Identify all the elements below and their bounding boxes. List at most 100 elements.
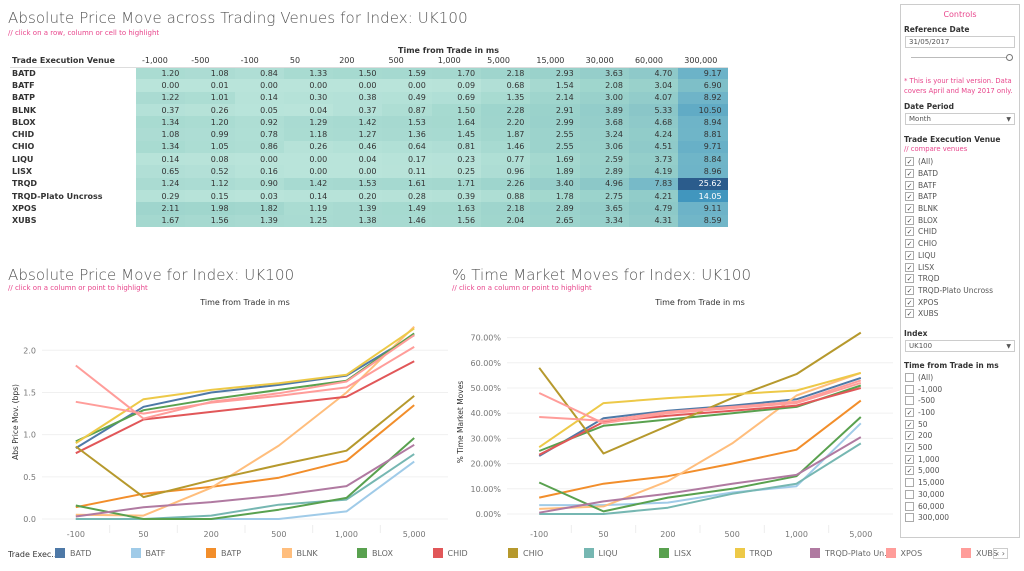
filter-checkbox-item[interactable]: ✓ XUBS (905, 308, 1019, 320)
heatmap-cell[interactable]: 0.00 (283, 153, 334, 166)
table-row[interactable]: BLOX 1.34 1.20 0.92 1.29 1.42 1.53 1.64 2.20 2.99… (10, 116, 728, 129)
checkbox-unchecked-icon[interactable] (905, 501, 914, 511)
heatmap-cell[interactable]: 0.03 (234, 189, 284, 203)
x-tick-label[interactable]: 1,000 (335, 530, 358, 539)
heatmap-cell[interactable]: 1.39 (333, 202, 383, 215)
heatmap-cell[interactable]: 3.89 (579, 103, 629, 117)
heatmap-cell[interactable]: 1.20 (136, 67, 186, 80)
column-header[interactable]: -500 (185, 55, 235, 68)
filter-checkbox-item[interactable]: ✓ 50 (905, 418, 1019, 430)
pct-time-market-moves-chart[interactable]: Time from Trade in ms % Time Market Moves… (445, 295, 895, 545)
heatmap-cell[interactable]: 0.77 (481, 153, 531, 166)
heatmap-cell[interactable]: 0.05 (234, 103, 284, 117)
heatmap-cell[interactable]: 0.04 (333, 153, 383, 166)
checkbox-checked-icon[interactable]: ✓ (905, 466, 914, 476)
legend-item[interactable]: LISX (659, 548, 691, 558)
heatmap-cell[interactable]: 1.49 (382, 202, 432, 215)
heatmap-cell[interactable]: 0.14 (136, 153, 186, 166)
legend-page-nav[interactable]: ‹ › (993, 548, 1008, 559)
heatmap-cell[interactable]: 0.00 (136, 79, 186, 92)
heatmap-cell[interactable]: 0.26 (185, 103, 235, 117)
heatmap-cell[interactable]: 1.29 (283, 116, 334, 129)
heatmap-cell[interactable]: 2.08 (579, 79, 629, 92)
column-header[interactable]: 500 (382, 55, 432, 68)
heatmap-cell[interactable]: 2.55 (530, 140, 580, 154)
checkbox-checked-icon[interactable]: ✓ (905, 215, 914, 225)
checkbox-checked-icon[interactable]: ✓ (905, 274, 914, 284)
reference-date-slider[interactable] (911, 54, 1013, 62)
heatmap-cell[interactable]: 0.78 (234, 128, 284, 141)
heatmap-cell[interactable]: 4.96 (579, 177, 629, 190)
heatmap-cell[interactable]: 1.08 (136, 128, 186, 141)
index-dropdown[interactable]: UK100 ▼ (905, 339, 1015, 352)
x-tick-label[interactable]: 200 (660, 530, 675, 539)
heatmap-cell[interactable]: 3.06 (579, 140, 629, 154)
column-header[interactable]: -1,000 (136, 55, 186, 68)
legend-item[interactable]: CHIO (508, 548, 543, 558)
heatmap-cell[interactable]: 0.81 (431, 140, 482, 154)
checkbox-checked-icon[interactable]: ✓ (905, 157, 914, 167)
checkbox-unchecked-icon[interactable] (905, 489, 914, 499)
heatmap-cell[interactable]: 1.35 (481, 91, 531, 104)
filter-checkbox-item[interactable]: 300,000 (905, 512, 1019, 524)
heatmap-cell[interactable]: 8.59 (678, 214, 728, 227)
x-tick-label[interactable]: 50 (138, 530, 148, 539)
heatmap-cell[interactable]: 0.09 (431, 79, 482, 92)
checkbox-checked-icon[interactable]: ✓ (905, 180, 914, 190)
venue-label[interactable]: CHID (10, 128, 136, 140)
x-tick-label[interactable]: -100 (530, 530, 548, 539)
heatmap-cell[interactable]: 3.40 (530, 177, 580, 190)
x-tick-label[interactable]: 200 (204, 530, 219, 539)
heatmap-cell[interactable]: 6.90 (678, 79, 728, 92)
filter-checkbox-item[interactable]: (All) (905, 372, 1019, 384)
heatmap-cell[interactable]: 2.04 (481, 214, 531, 227)
heatmap-cell[interactable]: 1.98 (185, 202, 235, 215)
heatmap-cell[interactable]: 1.71 (431, 177, 482, 190)
table-row[interactable]: CHID 1.08 0.99 0.78 1.18 1.27 1.36 1.45 1.87 2.55… (10, 128, 728, 141)
heatmap-cell[interactable]: 4.79 (628, 202, 679, 215)
legend-item[interactable]: BATD (55, 548, 91, 558)
heatmap-cell[interactable]: 1.67 (136, 214, 186, 227)
heatmap-cell[interactable]: 2.59 (579, 153, 629, 166)
checkbox-checked-icon[interactable]: ✓ (905, 239, 914, 249)
column-header[interactable]: 30,000 (579, 55, 629, 68)
heatmap-cell[interactable]: 1.64 (431, 116, 482, 129)
heatmap-cell[interactable]: 1.12 (185, 177, 235, 190)
heatmap-cell[interactable]: 2.55 (530, 128, 580, 141)
legend-item[interactable]: CHID (432, 548, 468, 558)
heatmap-cell[interactable]: 1.78 (530, 189, 580, 203)
checkbox-checked-icon[interactable]: ✓ (905, 431, 914, 441)
table-row[interactable]: BLNK 0.37 0.26 0.05 0.04 0.37 0.87 1.50 2.28 2.91… (10, 103, 728, 117)
table-row[interactable]: TRQD 1.24 1.12 0.90 1.42 1.53 1.61 1.71 2.26 3.40… (10, 177, 728, 190)
heatmap-cell[interactable]: 0.64 (382, 140, 432, 154)
heatmap-cell[interactable]: 1.42 (283, 177, 334, 190)
checkbox-checked-icon[interactable]: ✓ (905, 297, 914, 307)
heatmap-cell[interactable]: 0.65 (136, 165, 186, 178)
series-line-trqd-plato-uncross[interactable] (75, 443, 415, 518)
filter-checkbox-item[interactable]: ✓ 5,000 (905, 465, 1019, 477)
heatmap-cell[interactable]: 0.92 (234, 116, 284, 129)
series-line-batd[interactable] (75, 334, 415, 449)
table-row[interactable]: BATP 1.22 1.01 0.14 0.30 0.38 0.49 0.69 1.35 2.14… (10, 91, 728, 104)
table-row[interactable]: CHIO 1.34 1.05 0.86 0.26 0.46 0.64 0.81 1.46 2.55… (10, 140, 728, 154)
heatmap-cell[interactable]: 1.82 (234, 202, 284, 215)
checkbox-checked-icon[interactable]: ✓ (905, 227, 914, 237)
filter-checkbox-item[interactable]: ✓ TRQD-Plato Uncross (905, 285, 1019, 297)
heatmap-cell[interactable]: 3.04 (628, 79, 679, 92)
heatmap-cell[interactable]: 0.49 (382, 91, 432, 104)
x-tick-label[interactable]: -100 (67, 530, 85, 539)
heatmap-cell[interactable]: 0.04 (283, 103, 334, 117)
filter-checkbox-item[interactable]: ✓ LISX (905, 261, 1019, 273)
heatmap-cell[interactable]: 3.68 (579, 116, 629, 129)
heatmap-cell[interactable]: 1.56 (431, 214, 482, 227)
column-header[interactable]: 1,000 (431, 55, 482, 68)
column-header[interactable]: 15,000 (530, 55, 580, 68)
heatmap-cell[interactable]: 25.62 (678, 177, 728, 190)
heatmap-cell[interactable]: 0.90 (234, 177, 284, 190)
filter-checkbox-item[interactable]: 15,000 (905, 477, 1019, 489)
heatmap-cell[interactable]: 0.96 (481, 165, 531, 178)
heatmap-cell[interactable]: 1.18 (283, 128, 334, 141)
heatmap-cell[interactable]: 1.59 (382, 67, 432, 80)
heatmap-cell[interactable]: 0.38 (333, 91, 383, 104)
legend-item[interactable]: XPOS (885, 548, 922, 558)
